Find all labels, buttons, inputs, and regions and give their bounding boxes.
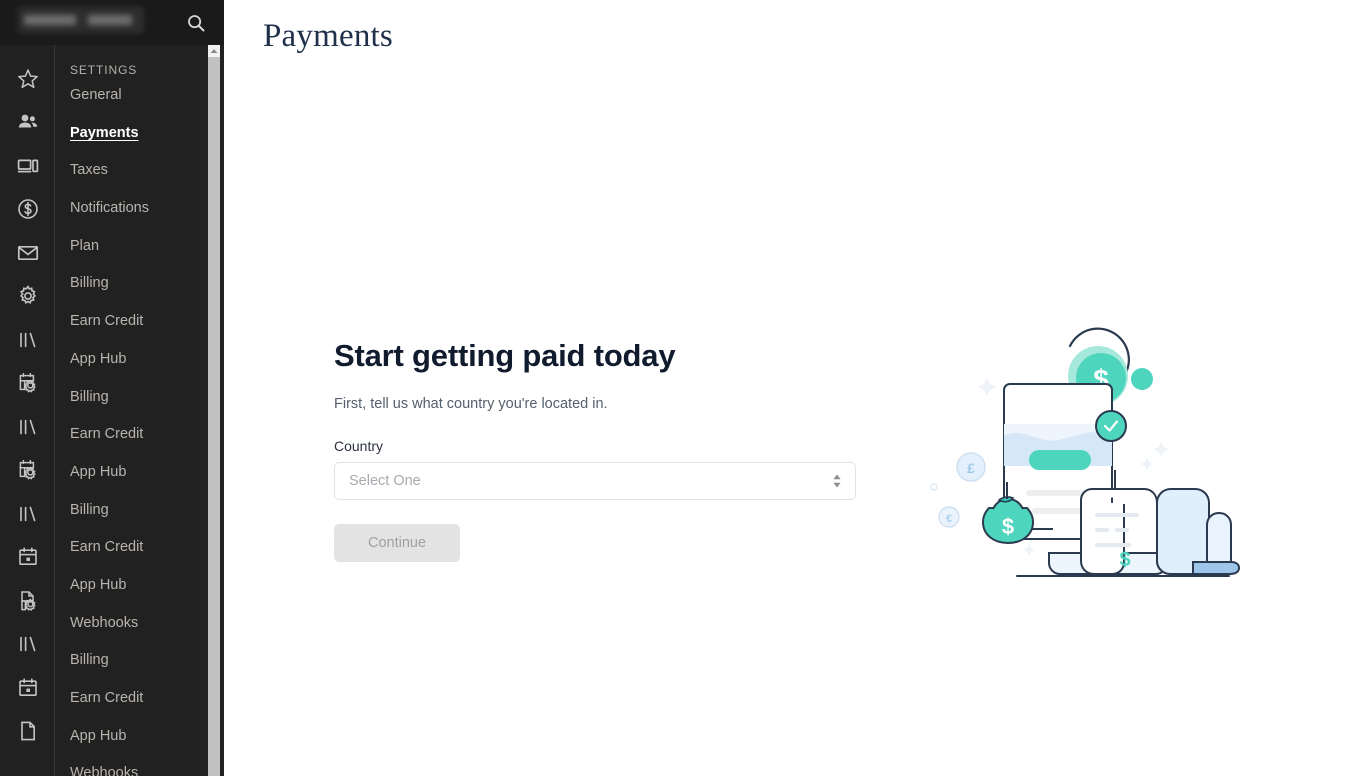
- payments-onboarding-form: Start getting paid today First, tell us …: [334, 338, 859, 562]
- settings-section-title: SETTINGS: [70, 63, 138, 77]
- svg-text:£: £: [967, 460, 975, 476]
- svg-text:$: $: [1002, 514, 1014, 539]
- sidebar-item-earn-credit[interactable]: Earn Credit: [55, 529, 208, 567]
- dollar-circle-icon[interactable]: [0, 188, 54, 232]
- calendar-gear-icon[interactable]: [0, 449, 54, 493]
- envelope-icon[interactable]: [0, 231, 54, 275]
- sidebar-item-app-hub[interactable]: App Hub: [55, 341, 208, 379]
- payments-illustration: $ £ € $ $: [919, 300, 1249, 605]
- svg-text:$: $: [1119, 549, 1130, 571]
- sidebar-item-general[interactable]: General: [55, 77, 208, 115]
- sidebar-item-notifications[interactable]: Notifications: [55, 190, 208, 228]
- store-name-redacted: [18, 7, 144, 33]
- people-icon[interactable]: [0, 101, 54, 145]
- country-select[interactable]: Select One: [334, 462, 856, 500]
- devices-icon[interactable]: [0, 144, 54, 188]
- country-select-wrapper: Select One: [334, 462, 856, 500]
- sidebar-item-billing[interactable]: Billing: [55, 379, 208, 417]
- left-panel: SETTINGS General Payments Taxes Notificatio…: [0, 0, 224, 776]
- sidebar-item-billing[interactable]: Billing: [55, 642, 208, 680]
- sidebar-item-webhooks[interactable]: Webhooks: [55, 755, 208, 776]
- document-icon[interactable]: [0, 710, 54, 754]
- page-title: Payments: [263, 18, 393, 54]
- sidebar-item-plan[interactable]: Plan: [55, 228, 208, 266]
- headline: Start getting paid today: [334, 338, 676, 373]
- scroll-up-arrow-icon[interactable]: [208, 45, 220, 57]
- bars-icon[interactable]: [0, 623, 54, 667]
- sidebar-item-taxes[interactable]: Taxes: [55, 152, 208, 190]
- sidebar-item-billing[interactable]: Billing: [55, 265, 208, 303]
- subtext: First, tell us what country you're locat…: [334, 396, 608, 412]
- sidebar-item-app-hub[interactable]: App Hub: [55, 454, 208, 492]
- star-icon[interactable]: [0, 57, 54, 101]
- sidebar-item-earn-credit[interactable]: Earn Credit: [55, 416, 208, 454]
- sidebar-scrollbar-thumb[interactable]: [208, 57, 220, 776]
- calendar-icon[interactable]: [0, 536, 54, 580]
- search-icon[interactable]: [182, 9, 210, 37]
- bars-icon[interactable]: [0, 405, 54, 449]
- panel-body: SETTINGS General Payments Taxes Notificatio…: [0, 45, 224, 776]
- calendar-gear-icon[interactable]: [0, 362, 54, 406]
- gear-icon[interactable]: [0, 275, 54, 319]
- sidebar-item-earn-credit[interactable]: Earn Credit: [55, 680, 208, 718]
- sidebar-item-billing[interactable]: Billing: [55, 492, 208, 530]
- settings-nav: SETTINGS General Payments Taxes Notificatio…: [55, 45, 224, 776]
- country-label: Country: [334, 438, 384, 454]
- settings-nav-list: SETTINGS General Payments Taxes Notificatio…: [55, 45, 208, 776]
- bars-icon[interactable]: [0, 318, 54, 362]
- icon-rail: [0, 45, 55, 776]
- continue-button[interactable]: Continue: [334, 524, 460, 562]
- bars-icon[interactable]: [0, 492, 54, 536]
- sidebar-scrollbar[interactable]: [208, 45, 220, 776]
- calendar-icon[interactable]: [0, 666, 54, 710]
- svg-text:€: €: [946, 513, 952, 525]
- document-gear-icon[interactable]: [0, 579, 54, 623]
- sidebar-item-payments[interactable]: Payments: [55, 115, 208, 153]
- app-root: SETTINGS General Payments Taxes Notificatio…: [0, 0, 1348, 776]
- top-bar: [0, 0, 224, 45]
- sidebar-item-earn-credit[interactable]: Earn Credit: [55, 303, 208, 341]
- main-content: Payments Start getting paid today First,…: [224, 0, 1348, 776]
- sidebar-item-app-hub[interactable]: App Hub: [55, 567, 208, 605]
- sidebar-item-webhooks[interactable]: Webhooks: [55, 605, 208, 643]
- sidebar-item-app-hub[interactable]: App Hub: [55, 718, 208, 756]
